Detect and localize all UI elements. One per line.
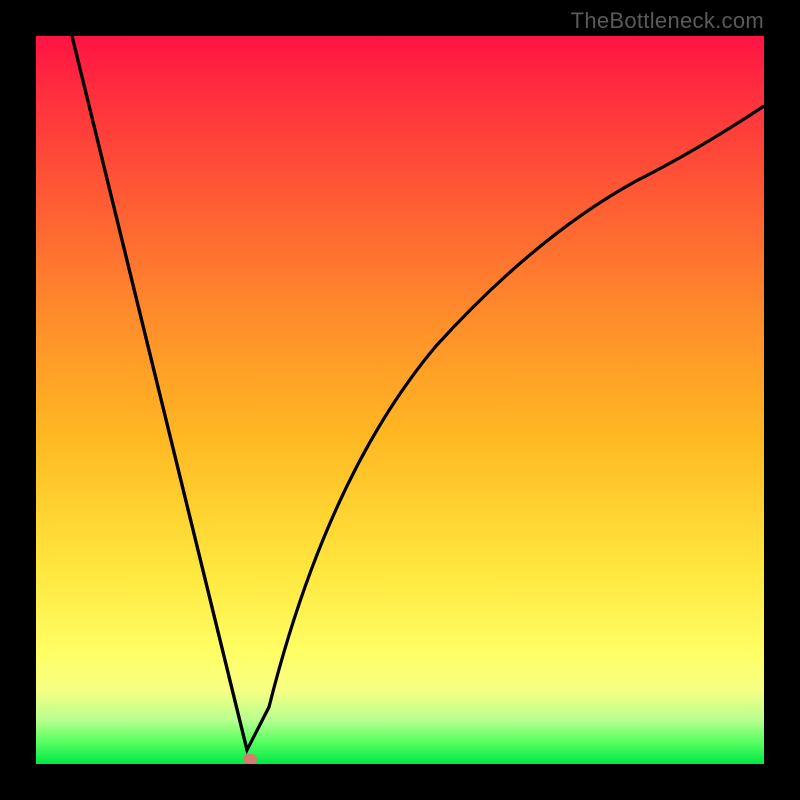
minimum-marker: [243, 754, 257, 764]
curve-layer: [36, 36, 764, 764]
bottleneck-curve-left-sharp: [72, 36, 247, 750]
bottleneck-curve: [72, 36, 764, 750]
chart-frame: TheBottleneck.com: [0, 0, 800, 800]
plot-area: [36, 36, 764, 764]
watermark-text: TheBottleneck.com: [571, 8, 764, 34]
